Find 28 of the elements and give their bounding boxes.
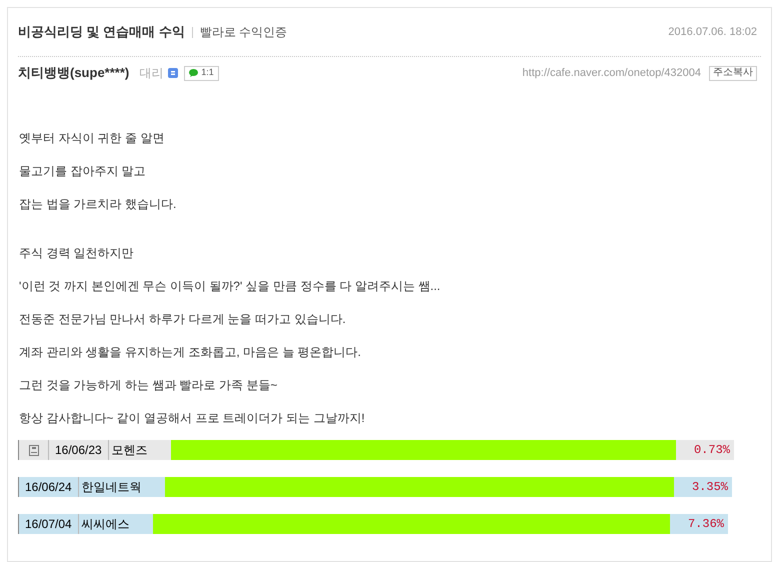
chat-button[interactable]: 1:1 xyxy=(184,66,219,80)
body-text: 잡는 법을 가르치라 했습니다. xyxy=(19,196,178,212)
category-link[interactable]: 빨라로 수익인증 xyxy=(200,23,288,41)
level-icon xyxy=(168,68,178,78)
trade-date: 16/06/23 xyxy=(49,440,109,460)
body-text: 계좌 관리와 생활을 유지하는게 조화롭고, 마음은 늘 평온합니다. xyxy=(19,344,362,360)
body-text: 물고기를 잡아주지 말고 xyxy=(19,163,147,179)
author-name[interactable]: 치티뱅뱅(supe****) xyxy=(18,63,130,83)
copy-address-button[interactable]: 주소복사 xyxy=(709,66,757,80)
body-text: 옛부터 자식이 귀한 줄 알면 xyxy=(19,130,166,146)
post-title: 비공식리딩 및 연습매매 수익 xyxy=(18,23,185,42)
body-text: 전동준 전문가님 만나서 하루가 다르게 눈을 떠가고 있습니다. xyxy=(19,311,347,327)
trade-date: 16/06/24 xyxy=(19,477,79,497)
body-text: 그런 것을 가능하게 하는 쌤과 빨라로 가족 분들~ xyxy=(19,377,278,393)
return-rate: 0.73% xyxy=(692,442,731,459)
stock-name: 한일네트웍 xyxy=(80,479,143,496)
speech-bubble-icon xyxy=(189,69,198,77)
stock-name: 모헨즈 xyxy=(110,442,149,459)
stock-name: 씨씨에스 xyxy=(80,516,131,533)
body-text: 항상 감사합니다~ 같이 열공해서 프로 트레이더가 되는 그날까지! xyxy=(19,410,366,426)
return-rate: 3.35% xyxy=(690,479,729,496)
return-rate: 7.36% xyxy=(686,516,725,533)
member-rank: 대리 xyxy=(139,65,164,82)
body-text: 주식 경력 일천하지만 xyxy=(19,245,135,261)
post-date: 2016.07.06. 18:02 xyxy=(668,24,757,40)
body-text: '이런 것 까지 본인에겐 무슨 이득이 될까?' 싶을 만큼 정수를 다 알려주시는 쌤... xyxy=(19,278,442,294)
trade-date: 16/07/04 xyxy=(19,514,79,534)
document-icon xyxy=(28,444,38,456)
